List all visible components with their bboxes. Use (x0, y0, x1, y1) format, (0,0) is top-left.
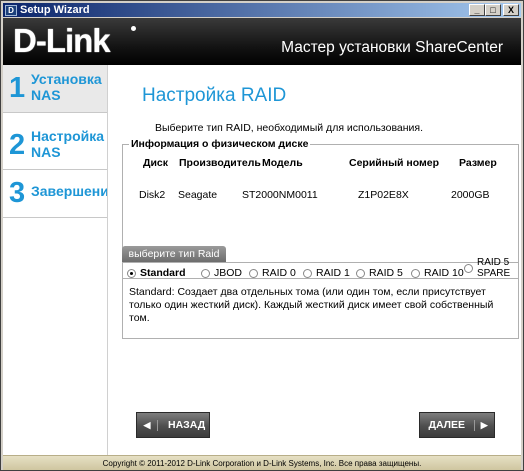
step-label-line1: Установка (31, 71, 102, 87)
radio-indicator[interactable] (356, 268, 365, 278)
step-number: 1 (9, 72, 26, 104)
instruction-text: Выберите тип RAID, необходимый для испол… (155, 122, 424, 134)
header-banner: D-Link Мастер установки ShareCenter (3, 18, 521, 65)
sidebar-item-install-nas[interactable]: 1 Установка NAS (3, 65, 107, 113)
setup-wizard-window: D Setup Wizard _ □ X D-Link Мастер устан… (0, 0, 524, 471)
main-content: Настройка RAID Выберите тип RAID, необхо… (107, 65, 521, 455)
arrow-left-icon: ◀ (137, 419, 158, 431)
radio-raid10[interactable]: RAID 10 (411, 267, 464, 279)
column-header-model: Модель (262, 157, 303, 169)
radio-indicator[interactable] (201, 268, 210, 278)
dlink-logo: D-Link (13, 22, 111, 59)
radio-raid0[interactable]: RAID 0 (249, 267, 296, 279)
raid-type-header: выберите тип Raid (122, 246, 226, 263)
cell-model: ST2000NM0011 (242, 189, 318, 201)
wizard-title: Мастер установки ShareCenter (281, 39, 503, 56)
app-icon: D (5, 4, 17, 16)
sidebar-item-configure-nas[interactable]: 2 Настройка NAS (3, 122, 107, 170)
radio-indicator[interactable] (303, 268, 312, 278)
step-label-line2: NAS (31, 144, 61, 160)
window-controls: _ □ X (467, 4, 519, 16)
radio-label: RAID 5 SPARE (477, 257, 510, 279)
radio-label: JBOD (214, 267, 243, 279)
logo-dot (131, 26, 136, 31)
step-label: Завершени (31, 183, 107, 199)
step-number: 3 (9, 177, 26, 209)
radio-label-line2: SPARE (477, 268, 511, 279)
raid-type-group: Standard JBOD RAID 0 RAID 1 RAID 5 RAID … (122, 257, 519, 339)
radio-standard[interactable]: Standard (127, 267, 186, 279)
radio-label: RAID 1 (316, 267, 350, 279)
column-header-size: Размер (459, 157, 497, 169)
next-button[interactable]: ДАЛЕЕ ▶ (419, 412, 495, 438)
back-button-label: НАЗАД (168, 419, 206, 431)
minimize-button[interactable]: _ (469, 4, 485, 16)
step-label-line1: Завершени (31, 183, 107, 199)
back-button[interactable]: ◀ НАЗАД (136, 412, 210, 438)
radio-label-line1: RAID 5 (477, 257, 510, 268)
sidebar-item-finish[interactable]: 3 Завершени (3, 170, 107, 218)
step-label: Настройка NAS (31, 128, 104, 160)
column-header-vendor: Производитель (179, 157, 261, 169)
next-button-label: ДАЛЕЕ (428, 419, 466, 431)
radio-label: Standard (140, 267, 186, 279)
radio-jbod[interactable]: JBOD (201, 267, 242, 279)
step-number: 2 (9, 129, 26, 161)
disk-info-legend: Информация о физическом диске (129, 138, 311, 150)
copyright-footer: Copyright © 2011-2012 D-Link Corporation… (3, 455, 521, 470)
radio-label: RAID 10 (424, 267, 464, 279)
arrow-right-icon: ▶ (473, 419, 494, 431)
window-title: Setup Wizard (20, 4, 90, 16)
radio-indicator[interactable] (127, 268, 136, 278)
radio-indicator[interactable] (249, 268, 258, 278)
title-bar[interactable]: D Setup Wizard _ □ X (3, 3, 521, 17)
raid-description: Standard: Создает два отдельных тома (ил… (129, 286, 494, 324)
cell-disk: Disk2 (139, 189, 166, 201)
page-title: Настройка RAID (142, 85, 287, 106)
radio-raid5-spare[interactable]: RAID 5 SPARE (464, 257, 510, 279)
cell-serial: Z1P02E8X (358, 189, 409, 201)
radio-label: RAID 5 (369, 267, 403, 279)
radio-indicator[interactable] (464, 263, 473, 273)
step-label: Установка NAS (31, 71, 102, 103)
close-button[interactable]: X (503, 4, 519, 16)
cell-vendor: Seagate (178, 189, 218, 201)
maximize-button[interactable]: □ (485, 4, 501, 16)
column-header-disk: Диск (143, 157, 169, 169)
cell-size: 2000GB (451, 189, 490, 201)
radio-raid5[interactable]: RAID 5 (356, 267, 403, 279)
radio-indicator[interactable] (411, 268, 420, 278)
radio-label: RAID 0 (262, 267, 296, 279)
steps-sidebar: 1 Установка NAS 2 Настройка NAS 3 Заверш… (3, 65, 107, 455)
step-label-line1: Настройка (31, 128, 105, 144)
column-header-serial: Серийный номер (349, 157, 440, 169)
step-label-line2: NAS (31, 87, 61, 103)
radio-raid1[interactable]: RAID 1 (303, 267, 350, 279)
